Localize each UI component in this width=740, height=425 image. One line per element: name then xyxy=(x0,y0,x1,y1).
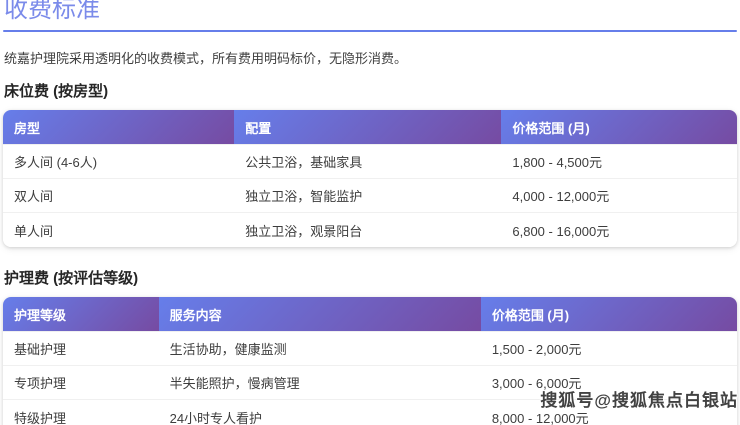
table-cell: 双人间 xyxy=(3,179,234,213)
table-cell: 基础护理 xyxy=(3,332,159,366)
column-header: 护理等级 xyxy=(3,297,159,332)
section-heading: 床位费 (按房型) xyxy=(3,80,737,101)
table-cell: 8,000 - 12,000元 xyxy=(481,400,737,425)
pricing-table-card: 房型配置价格范围 (月)多人间 (4-6人)公共卫浴，基础家具1,800 - 4… xyxy=(3,110,737,247)
table-cell: 单人间 xyxy=(3,213,234,247)
table-row: 单人间独立卫浴，观景阳台6,800 - 16,000元 xyxy=(3,213,737,247)
table-header-row: 护理等级服务内容价格范围 (月) xyxy=(3,297,737,332)
column-header: 房型 xyxy=(3,110,234,145)
table-cell: 24小时专人看护 xyxy=(159,400,481,425)
table-row: 多人间 (4-6人)公共卫浴，基础家具1,800 - 4,500元 xyxy=(3,145,737,179)
fee-standards-page: 收费标准 统嘉护理院采用透明化的收费模式，所有费用明码标价，无隐形消费。 床位费… xyxy=(0,0,740,421)
title-divider xyxy=(3,30,737,32)
table-cell: 6,800 - 16,000元 xyxy=(501,213,737,247)
table-row: 双人间独立卫浴，智能监护4,000 - 12,000元 xyxy=(3,179,737,213)
table-cell: 1,500 - 2,000元 xyxy=(481,332,737,366)
page-title: 收费标准 xyxy=(3,0,737,25)
table-cell: 特级护理 xyxy=(3,400,159,425)
table-cell: 多人间 (4-6人) xyxy=(3,145,234,179)
table-cell: 3,000 - 6,000元 xyxy=(481,366,737,400)
column-header: 配置 xyxy=(234,110,501,145)
table-cell: 独立卫浴，观景阳台 xyxy=(234,213,501,247)
table-cell: 公共卫浴，基础家具 xyxy=(234,145,501,179)
intro-text: 统嘉护理院采用透明化的收费模式，所有费用明码标价，无隐形消费。 xyxy=(3,48,737,67)
table-row: 特级护理24小时专人看护8,000 - 12,000元 xyxy=(3,400,737,425)
table-cell: 1,800 - 4,500元 xyxy=(501,145,737,179)
table-header-row: 房型配置价格范围 (月) xyxy=(3,110,737,145)
pricing-table: 房型配置价格范围 (月)多人间 (4-6人)公共卫浴，基础家具1,800 - 4… xyxy=(3,110,737,247)
section-heading: 护理费 (按评估等级) xyxy=(3,267,737,288)
pricing-sections: 床位费 (按房型)房型配置价格范围 (月)多人间 (4-6人)公共卫浴，基础家具… xyxy=(3,80,737,425)
pricing-table: 护理等级服务内容价格范围 (月)基础护理生活协助，健康监测1,500 - 2,0… xyxy=(3,297,737,425)
table-cell: 独立卫浴，智能监护 xyxy=(234,179,501,213)
table-row: 专项护理半失能照护，慢病管理3,000 - 6,000元 xyxy=(3,366,737,400)
table-cell: 生活协助，健康监测 xyxy=(159,332,481,366)
table-cell: 半失能照护，慢病管理 xyxy=(159,366,481,400)
table-cell: 4,000 - 12,000元 xyxy=(501,179,737,213)
pricing-table-card: 护理等级服务内容价格范围 (月)基础护理生活协助，健康监测1,500 - 2,0… xyxy=(3,297,737,425)
column-header: 服务内容 xyxy=(159,297,481,332)
table-row: 基础护理生活协助，健康监测1,500 - 2,000元 xyxy=(3,332,737,366)
column-header: 价格范围 (月) xyxy=(501,110,737,145)
column-header: 价格范围 (月) xyxy=(481,297,737,332)
table-cell: 专项护理 xyxy=(3,366,159,400)
